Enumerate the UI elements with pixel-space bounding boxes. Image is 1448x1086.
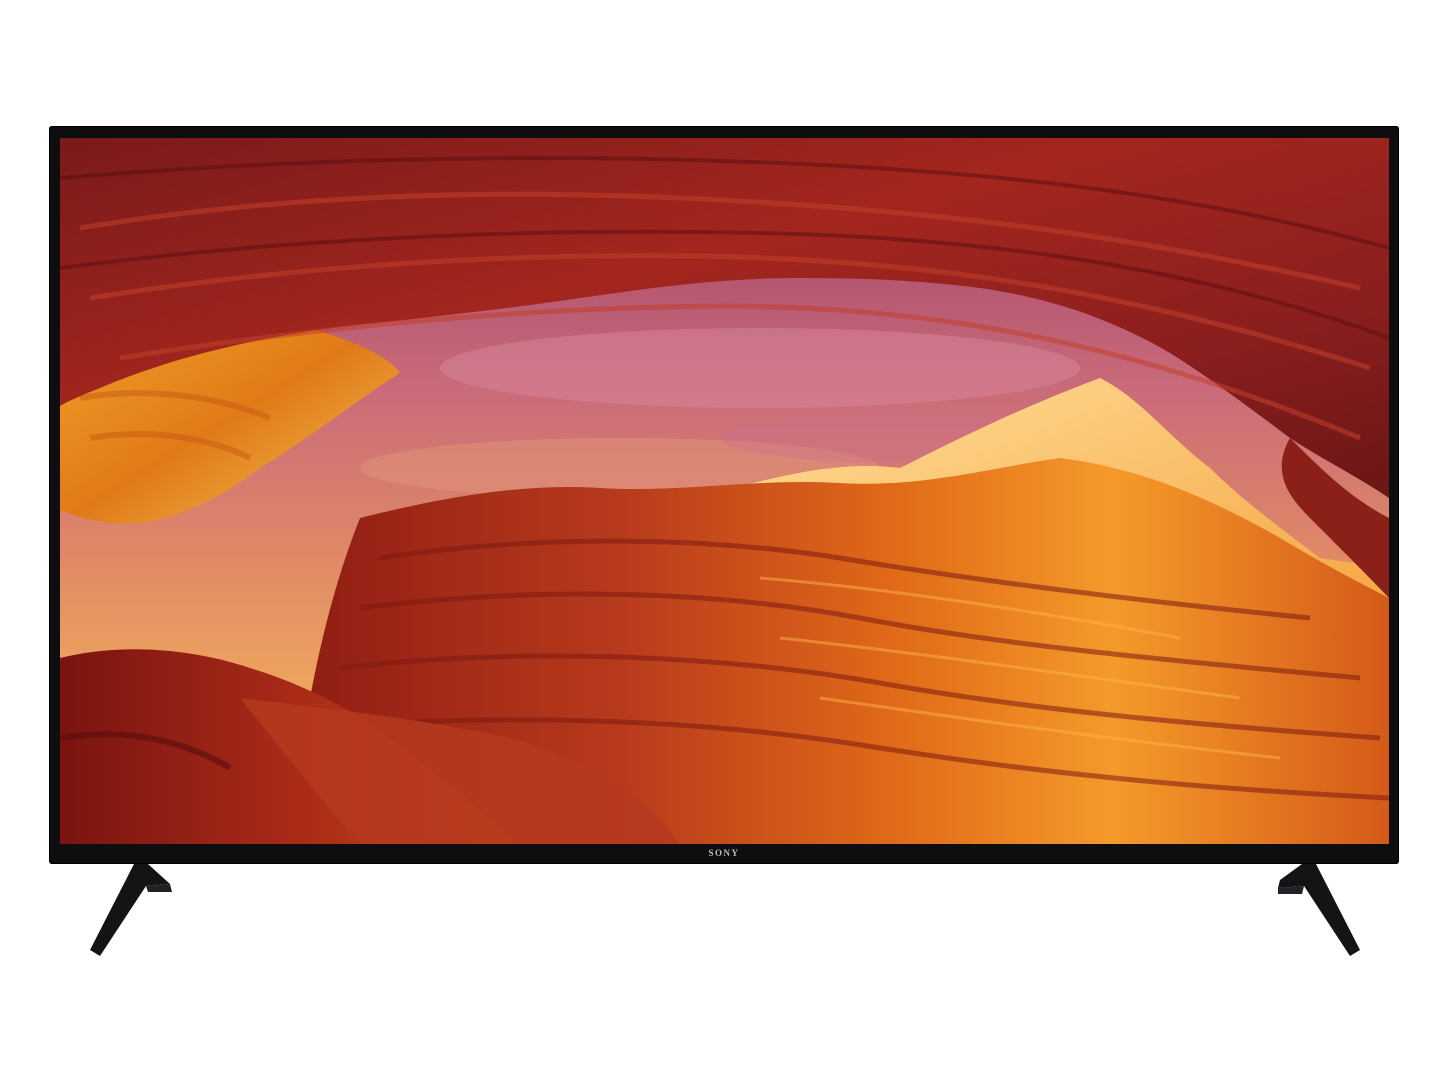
tv-screen-wallpaper — [60, 138, 1389, 844]
brand-logo: SONY — [708, 848, 740, 858]
right-stand-leg — [1270, 864, 1362, 956]
canyon-landscape-image — [60, 138, 1389, 844]
product-image: SONY — [0, 0, 1448, 1086]
left-stand-leg — [88, 864, 178, 956]
